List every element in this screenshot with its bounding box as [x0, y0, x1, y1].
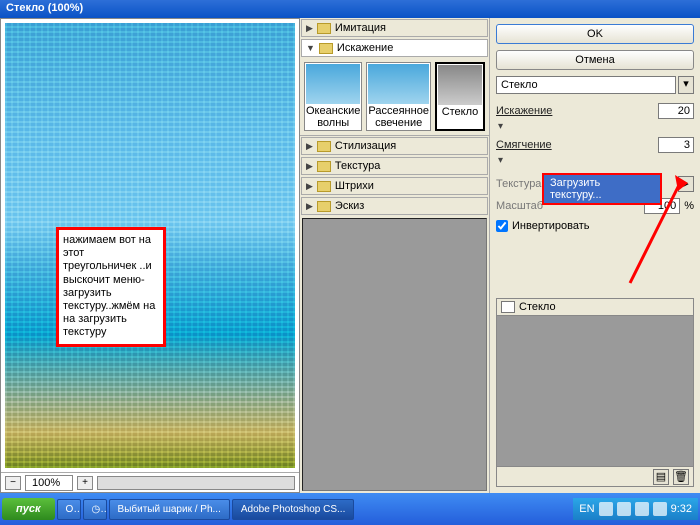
tray-icon[interactable]: [599, 502, 613, 516]
system-tray[interactable]: EN 9:32: [573, 498, 698, 520]
start-button[interactable]: пуск: [2, 498, 55, 520]
folder-icon: [319, 43, 333, 54]
chevron-down-icon: ▼: [306, 43, 315, 53]
category-label: Имитация: [335, 22, 386, 34]
chevron-right-icon: ▶: [306, 141, 313, 152]
quicklaunch-icon[interactable]: ◷: [83, 499, 107, 520]
texture-flyout-button[interactable]: ▸: [678, 176, 694, 192]
chevron-right-icon: ▶: [306, 23, 313, 34]
new-effect-layer-button[interactable]: ▤: [653, 469, 669, 485]
thumb-glass[interactable]: Стекло: [435, 62, 485, 131]
layer-name: Стекло: [519, 301, 556, 313]
tray-icon[interactable]: [635, 502, 649, 516]
cancel-button[interactable]: Отмена: [496, 50, 694, 70]
chevron-right-icon: ▶: [306, 181, 313, 192]
category-distort[interactable]: ▼ Искажение: [301, 39, 488, 57]
tray-icon[interactable]: [653, 502, 667, 516]
distortion-input[interactable]: 20: [658, 103, 694, 119]
thumb-diffuse-glow[interactable]: Рассеянное свечение: [366, 62, 431, 131]
zoom-value[interactable]: 100%: [25, 475, 73, 491]
language-indicator[interactable]: EN: [579, 503, 594, 515]
windows-taskbar: пуск O ◷ Выбитый шарик / Ph... Adobe Pho…: [0, 493, 700, 525]
visibility-toggle[interactable]: [501, 301, 515, 313]
folder-icon: [317, 141, 331, 152]
folder-icon: [317, 181, 331, 192]
tree-empty-area: [302, 218, 487, 491]
ok-button[interactable]: OK: [496, 24, 694, 44]
smoothness-slider[interactable]: [496, 156, 694, 168]
zoom-in-button[interactable]: +: [77, 476, 93, 490]
clock[interactable]: 9:32: [671, 503, 692, 515]
category-imitation[interactable]: ▶ Имитация: [301, 19, 488, 37]
effect-layers-panel: Стекло ▤ 🗑: [496, 298, 694, 487]
filter-tree-pane: ▶ Имитация ▼ Искажение Океанские волны Р…: [300, 18, 490, 493]
category-texture[interactable]: ▶ Текстура: [301, 157, 488, 175]
invert-checkbox[interactable]: [496, 220, 508, 232]
folder-icon: [317, 161, 331, 172]
chevron-right-icon: ▶: [306, 161, 313, 172]
category-stylize[interactable]: ▶ Стилизация: [301, 137, 488, 155]
dropdown-value: Стекло: [496, 76, 676, 94]
folder-icon: [317, 23, 331, 34]
chevron-down-icon[interactable]: ▾: [678, 76, 694, 94]
load-texture-menu-item[interactable]: Загрузить текстуру...: [542, 173, 662, 205]
zoom-bar: − 100% +: [1, 472, 299, 492]
invert-label: Инвертировать: [512, 220, 589, 232]
filter-thumbnails: Океанские волны Рассеянное свечение Стек…: [300, 58, 489, 136]
smoothness-input[interactable]: 3: [658, 137, 694, 153]
category-label: Текстура: [335, 160, 380, 172]
category-label: Искажение: [337, 42, 393, 54]
taskbar-item[interactable]: Выбитый шарик / Ph...: [109, 499, 230, 520]
category-label: Стилизация: [335, 140, 396, 152]
taskbar-item[interactable]: Adobe Photoshop CS...: [232, 499, 355, 520]
delete-effect-layer-button[interactable]: 🗑: [673, 469, 689, 485]
chevron-right-icon: ▶: [306, 201, 313, 212]
quicklaunch-icon[interactable]: O: [57, 499, 81, 520]
settings-pane: OK Отмена Стекло ▾ Искажение 20 Смягчени…: [490, 18, 700, 493]
folder-icon: [317, 201, 331, 212]
distortion-slider[interactable]: [496, 122, 694, 134]
category-sketch[interactable]: ▶ Эскиз: [301, 197, 488, 215]
category-label: Штрихи: [335, 180, 374, 192]
layers-list[interactable]: [497, 316, 693, 466]
window-titlebar: Стекло (100%): [0, 0, 700, 18]
category-strokes[interactable]: ▶ Штрихи: [301, 177, 488, 195]
scale-percent: %: [684, 200, 694, 212]
filter-preset-dropdown[interactable]: Стекло ▾: [496, 76, 694, 94]
filter-gallery-dialog: − 100% + ▶ Имитация ▼ Искажение Океански…: [0, 18, 700, 493]
category-label: Эскиз: [335, 200, 364, 212]
tray-icon[interactable]: [617, 502, 631, 516]
smoothness-label: Смягчение: [496, 139, 652, 151]
thumb-ocean-ripple[interactable]: Океанские волны: [304, 62, 362, 131]
zoom-out-button[interactable]: −: [5, 476, 21, 490]
distortion-label: Искажение: [496, 105, 652, 117]
horizontal-scrollbar[interactable]: [97, 476, 295, 490]
